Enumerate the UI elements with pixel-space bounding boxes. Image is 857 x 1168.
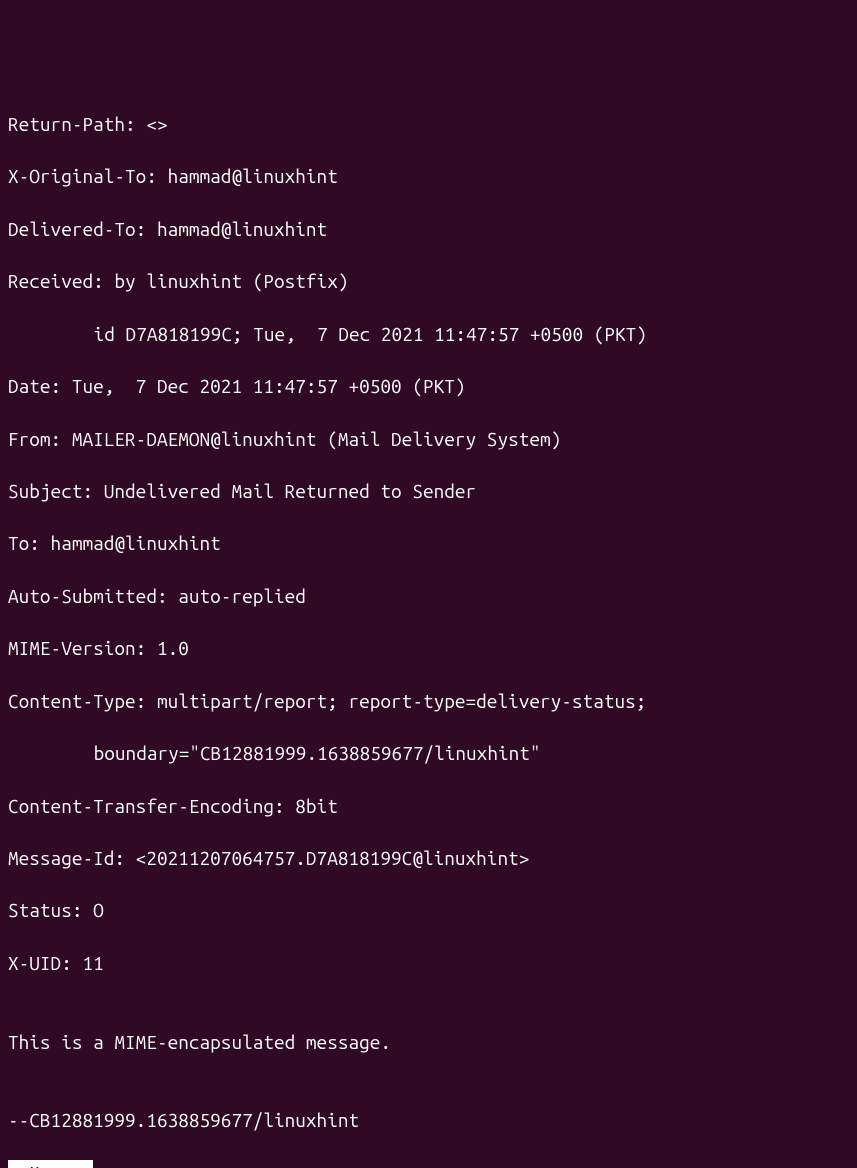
header-delivered-to: Delivered-To: hammad@linuxhint [8,216,849,242]
header-x-original-to: X-Original-To: hammad@linuxhint [8,163,849,189]
body-mime-boundary: --CB12881999.1638859677/linuxhint [8,1107,849,1133]
header-to: To: hammad@linuxhint [8,530,849,556]
header-mime-version: MIME-Version: 1.0 [8,635,849,661]
header-return-path: Return-Path: <> [8,111,849,137]
body-mime-notice: This is a MIME-encapsulated message. [8,1029,849,1055]
header-content-type-line-1: Content-Type: multipart/report; report-t… [8,688,849,714]
header-message-id: Message-Id: <20211207064757.D7A818199C@l… [8,845,849,871]
header-status: Status: O [8,897,849,923]
header-from: From: MAILER-DAEMON@linuxhint (Mail Deli… [8,426,849,452]
header-subject: Subject: Undelivered Mail Returned to Se… [8,478,849,504]
pager-more-prompt[interactable]: --More-- [8,1160,93,1168]
header-content-transfer-encoding: Content-Transfer-Encoding: 8bit [8,793,849,819]
header-x-uid: X-UID: 11 [8,950,849,976]
header-received-line-2: id D7A818199C; Tue, 7 Dec 2021 11:47:57 … [8,321,849,347]
header-content-type-line-2: boundary="CB12881999.1638859677/linuxhin… [8,740,849,766]
header-auto-submitted: Auto-Submitted: auto-replied [8,583,849,609]
header-date: Date: Tue, 7 Dec 2021 11:47:57 +0500 (PK… [8,373,849,399]
header-received-line-1: Received: by linuxhint (Postfix) [8,268,849,294]
